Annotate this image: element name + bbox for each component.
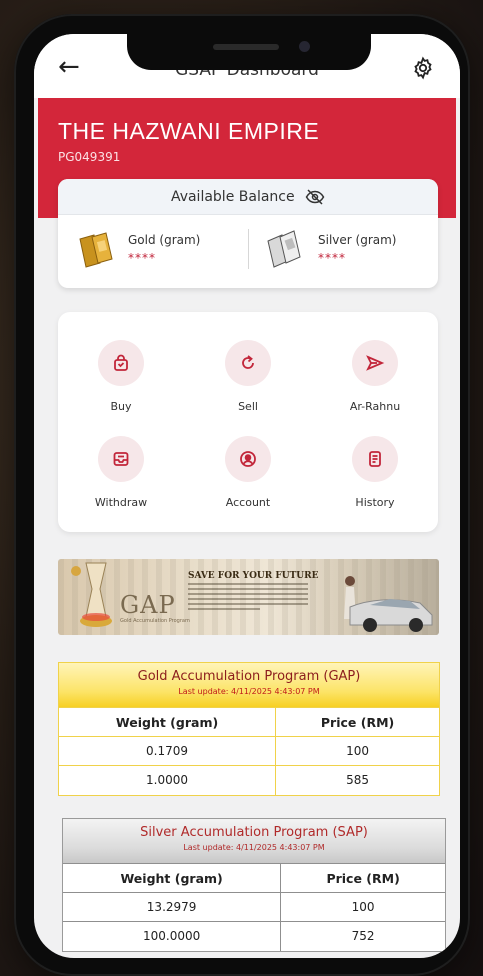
front-camera [299, 41, 310, 52]
price-cell: 100 [275, 736, 439, 766]
refresh-icon [242, 355, 254, 369]
gap-logo-text: GAP [120, 591, 176, 619]
sap-table-header: Silver Accumulation Program (SAP) Last u… [63, 819, 445, 863]
app-screen: ← GSAP Dashboard THE HAZWANI EMPIRE PG04… [34, 34, 460, 958]
ar-rahnu-button[interactable]: Ar-Rahnu [320, 340, 430, 413]
shopping-bag-icon [114, 354, 128, 371]
col-weight: Weight (gram) [59, 707, 277, 737]
sell-button[interactable]: Sell [193, 340, 303, 413]
col-price: Price (RM) [275, 707, 439, 737]
banner-headline: SAVE FOR YOUR FUTURE [188, 571, 319, 581]
ar-rahnu-label: Ar-Rahnu [349, 400, 401, 413]
price-cell: 100 [280, 892, 445, 922]
col-weight: Weight (gram) [63, 863, 282, 893]
account-name: THE HAZWANI EMPIRE [58, 118, 320, 144]
balance-header: Available Balance [58, 179, 438, 215]
table-row[interactable]: 1.0000 585 [59, 765, 439, 795]
silver-value: **** [318, 251, 346, 265]
table-row[interactable]: 100.0000 752 [63, 921, 445, 951]
table-header-row: Weight (gram) Price (RM) [63, 863, 445, 893]
account-label: Account [225, 496, 271, 509]
gap-logo-subtitle: Gold Accumulation Program [120, 618, 190, 624]
buy-button[interactable]: Buy [66, 340, 176, 413]
banner-body-text [188, 583, 308, 627]
silver-label: Silver (gram) [318, 233, 397, 247]
inbox-icon [113, 452, 129, 466]
gold-label: Gold (gram) [128, 233, 201, 247]
gap-table-header: Gold Accumulation Program (GAP) Last upd… [59, 663, 439, 707]
gold-bar-icon [79, 232, 113, 268]
table-row[interactable]: 13.2979 100 [63, 892, 445, 922]
action-menu: Buy Sell Ar-Rahnu Withdraw Account Histo… [58, 312, 438, 532]
silver-bar-icon [267, 230, 301, 268]
col-price: Price (RM) [280, 863, 445, 893]
weight-cell: 1.0000 [59, 765, 277, 795]
gold-value: **** [128, 251, 156, 265]
sap-table-title: Silver Accumulation Program (SAP) [140, 825, 368, 840]
table-row[interactable]: 0.1709 100 [59, 736, 439, 766]
sap-last-update: Last update: 4/11/2025 4:43:07 PM [183, 843, 325, 852]
promo-banner[interactable]: GAP Gold Accumulation Program SAVE FOR Y… [58, 559, 439, 635]
document-icon [369, 451, 381, 467]
speaker-grille [213, 44, 279, 50]
history-button[interactable]: History [320, 436, 430, 509]
gap-last-update: Last update: 4/11/2025 4:43:07 PM [178, 687, 320, 696]
settings-gear-icon[interactable] [411, 56, 435, 84]
history-label: History [355, 496, 395, 509]
balance-title: Available Balance [170, 189, 295, 205]
send-icon [366, 355, 385, 371]
buy-label: Buy [110, 400, 132, 413]
weight-cell: 100.0000 [63, 921, 282, 951]
price-cell: 752 [280, 921, 445, 951]
table-header-row: Weight (gram) Price (RM) [59, 707, 439, 737]
weight-cell: 13.2979 [63, 892, 282, 922]
user-circle-icon [240, 451, 256, 467]
gap-price-table: Gold Accumulation Program (GAP) Last upd… [58, 662, 440, 796]
weight-cell: 0.1709 [59, 736, 277, 766]
hourglass-coin-icon [71, 562, 112, 627]
phone-notch [127, 26, 371, 70]
balance-card: Available Balance Gold (gram) **** Silve… [58, 179, 438, 288]
gap-table-title: Gold Accumulation Program (GAP) [137, 669, 361, 684]
withdraw-button[interactable]: Withdraw [66, 436, 176, 509]
account-code: PG049391 [58, 150, 121, 164]
sap-price-table: Silver Accumulation Program (SAP) Last u… [62, 818, 446, 952]
withdraw-label: Withdraw [94, 496, 148, 509]
account-button[interactable]: Account [193, 436, 303, 509]
car-photo [344, 576, 433, 632]
sell-label: Sell [238, 400, 258, 413]
price-cell: 585 [275, 765, 439, 795]
eye-off-icon[interactable] [305, 189, 325, 205]
balance-divider [248, 229, 249, 269]
